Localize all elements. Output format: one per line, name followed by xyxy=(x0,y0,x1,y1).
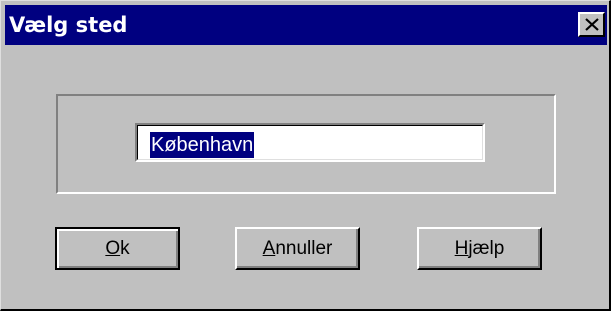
ok-button[interactable]: Ok xyxy=(55,227,180,270)
close-icon xyxy=(585,18,599,31)
location-input-bevel: København xyxy=(137,125,483,160)
ok-button-label-rest: k xyxy=(120,238,130,259)
cancel-button[interactable]: Annuller xyxy=(235,227,360,270)
location-input-value[interactable]: København xyxy=(150,132,255,158)
ok-button-label: Ok xyxy=(57,237,178,261)
cancel-button-label: Annuller xyxy=(237,237,358,261)
close-button[interactable] xyxy=(578,12,605,37)
ok-button-mnemonic: O xyxy=(105,238,121,259)
cancel-button-label-rest: nnuller xyxy=(275,238,333,259)
dialog-title: Vælg sted xyxy=(9,13,128,37)
cancel-button-mnemonic: A xyxy=(262,238,276,259)
help-button-mnemonic: H xyxy=(454,238,469,259)
title-bar[interactable]: Vælg sted xyxy=(5,5,607,45)
help-button[interactable]: Hjælp xyxy=(417,227,542,270)
choose-location-dialog: Vælg sted København Ok Annuller Hjælp xyxy=(0,0,611,311)
help-button-label: Hjælp xyxy=(419,237,540,261)
help-button-label-rest: jælp xyxy=(468,238,505,259)
location-input[interactable]: København xyxy=(135,123,485,162)
